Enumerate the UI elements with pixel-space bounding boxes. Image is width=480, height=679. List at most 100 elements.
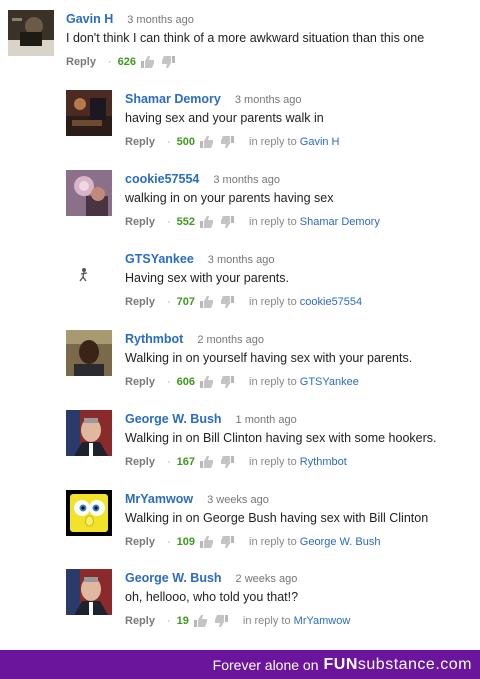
reply-button[interactable]: Reply: [125, 615, 155, 627]
in-reply-label: in reply to: [249, 456, 297, 468]
comment-text: Having sex with your parents.: [125, 271, 289, 285]
comment: MrYamwow 3 weeks ago Walking in on George…: [0, 490, 480, 550]
in-reply-label: in reply to: [249, 136, 297, 148]
like-count: 707: [176, 296, 195, 308]
avatar[interactable]: [66, 170, 112, 216]
in-reply-label: in reply to: [249, 216, 297, 228]
thumbs-up-icon[interactable]: [140, 55, 156, 69]
in-reply-link[interactable]: George W. Bush: [300, 536, 381, 548]
thumbs-down-icon[interactable]: [219, 375, 235, 389]
thumbs-up-icon[interactable]: [199, 215, 215, 229]
comment-time: 3 weeks ago: [207, 494, 269, 506]
thumbs-up-icon[interactable]: [199, 535, 215, 549]
separator-dot: ·: [107, 56, 112, 68]
in-reply-link[interactable]: Gavin H: [300, 136, 340, 148]
in-reply-link[interactable]: MrYamwow: [294, 615, 351, 627]
separator-dot: ·: [166, 216, 171, 228]
comment-author[interactable]: George W. Bush: [125, 412, 222, 426]
in-reply-label: in reply to: [249, 536, 297, 548]
footer-text: Forever alone on: [212, 656, 319, 673]
comment: Shamar Demory 3 months ago having sex and…: [0, 90, 480, 150]
reply-button[interactable]: Reply: [125, 296, 155, 308]
thumbs-down-icon[interactable]: [160, 55, 176, 69]
like-count: 19: [176, 615, 189, 627]
comment-text: oh, hellooo, who told you that!?: [125, 590, 299, 604]
site-logo[interactable]: FUNsubstance.com: [324, 656, 473, 674]
in-reply-to: in reply to GTSYankee: [249, 376, 359, 388]
comment-time: 2 months ago: [197, 334, 264, 346]
like-count: 552: [176, 216, 195, 228]
like-count: 606: [176, 376, 195, 388]
thumbs-up-icon[interactable]: [199, 455, 215, 469]
comment-text: I don't think I can think of a more awkw…: [66, 31, 425, 45]
comment-author[interactable]: Shamar Demory: [125, 92, 221, 106]
in-reply-link[interactable]: Rythmbot: [300, 456, 347, 468]
comment-text: walking in on your parents having sex: [125, 191, 334, 205]
comment-text: Walking in on yourself having sex with y…: [125, 351, 413, 365]
separator-dot: ·: [166, 136, 171, 148]
in-reply-to: in reply to Gavin H: [249, 136, 340, 148]
comment: GTSYankee 3 months ago Having sex with yo…: [0, 250, 480, 310]
thumbs-up-icon[interactable]: [199, 135, 215, 149]
thumbs-down-icon[interactable]: [219, 295, 235, 309]
in-reply-to: in reply to MrYamwow: [243, 615, 350, 627]
avatar[interactable]: [66, 569, 112, 615]
in-reply-to: in reply to Rythmbot: [249, 456, 347, 468]
in-reply-label: in reply to: [249, 296, 297, 308]
comment-time: 2 weeks ago: [235, 573, 298, 585]
avatar[interactable]: [8, 10, 54, 56]
comment-author[interactable]: Gavin H: [66, 12, 113, 26]
comment-author[interactable]: MrYamwow: [125, 492, 193, 506]
reply-button[interactable]: Reply: [125, 536, 155, 548]
thumbs-up-icon[interactable]: [193, 614, 209, 628]
comment: George W. Bush 1 month ago Walking in on …: [0, 410, 480, 470]
comment-author[interactable]: GTSYankee: [125, 252, 194, 266]
in-reply-to: in reply to George W. Bush: [249, 536, 380, 548]
comment-text: Walking in on Bill Clinton having sex wi…: [125, 431, 437, 445]
separator-dot: ·: [166, 376, 171, 388]
comment: Rythmbot 2 months ago Walking in on yours…: [0, 330, 480, 390]
separator-dot: ·: [166, 536, 171, 548]
like-count: 626: [117, 56, 136, 68]
logo-tld: .com: [435, 655, 472, 673]
avatar[interactable]: [66, 250, 112, 296]
thumbs-up-icon[interactable]: [199, 295, 215, 309]
comment-author[interactable]: Rythmbot: [125, 332, 183, 346]
in-reply-link[interactable]: Shamar Demory: [300, 216, 380, 228]
reply-button[interactable]: Reply: [125, 376, 155, 388]
comment-author[interactable]: cookie57554: [125, 172, 199, 186]
thumbs-down-icon[interactable]: [219, 455, 235, 469]
avatar[interactable]: [66, 490, 112, 536]
comment-text: having sex and your parents walk in: [125, 111, 324, 125]
avatar[interactable]: [66, 90, 112, 136]
in-reply-link[interactable]: cookie57554: [300, 296, 362, 308]
comment: Gavin H 3 months ago I don't think I can …: [0, 10, 480, 70]
in-reply-to: in reply to cookie57554: [249, 296, 362, 308]
footer-watermark: Forever alone on FUNsubstance.com: [0, 650, 480, 679]
comment: cookie57554 3 months ago walking in on yo…: [0, 170, 480, 230]
thumbs-down-icon[interactable]: [219, 215, 235, 229]
in-reply-link[interactable]: GTSYankee: [300, 376, 359, 388]
thumbs-down-icon[interactable]: [219, 135, 235, 149]
avatar[interactable]: [66, 410, 112, 456]
avatar[interactable]: [66, 330, 112, 376]
comment-time: 1 month ago: [235, 414, 297, 426]
thumbs-up-icon[interactable]: [199, 375, 215, 389]
separator-dot: ·: [166, 296, 171, 308]
comment-text: Walking in on George Bush having sex wit…: [125, 511, 429, 525]
comment: George W. Bush 2 weeks ago oh, hellooo, w…: [0, 569, 480, 629]
comment-time: 3 months ago: [213, 174, 281, 186]
thumbs-down-icon[interactable]: [219, 535, 235, 549]
comment-time: 3 months ago: [127, 14, 194, 26]
logo-main: FUN: [323, 655, 358, 673]
reply-button[interactable]: Reply: [66, 56, 96, 68]
reply-button[interactable]: Reply: [125, 216, 155, 228]
like-count: 109: [176, 536, 195, 548]
in-reply-label: in reply to: [242, 615, 291, 627]
comment-time: 3 months ago: [207, 254, 275, 266]
comment-time: 3 months ago: [234, 94, 302, 106]
reply-button[interactable]: Reply: [125, 136, 155, 148]
comment-author[interactable]: George W. Bush: [125, 571, 222, 585]
reply-button[interactable]: Reply: [125, 456, 155, 468]
thumbs-down-icon[interactable]: [213, 614, 229, 628]
